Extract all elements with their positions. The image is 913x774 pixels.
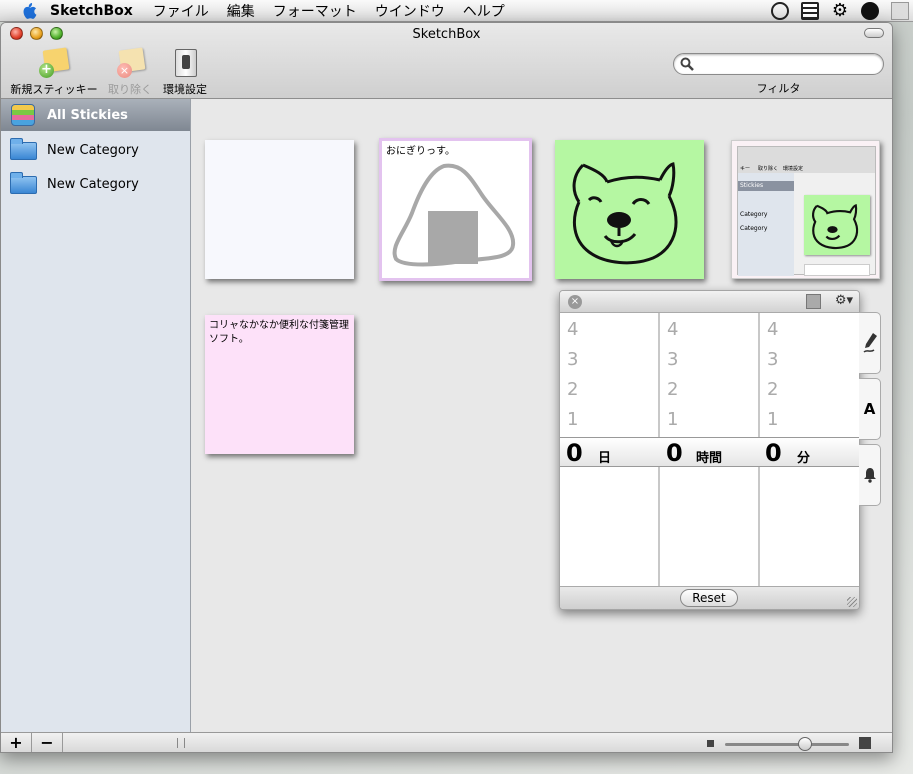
apple-menu-icon[interactable] [20, 2, 38, 20]
small-size-icon [707, 740, 714, 747]
time-machine-icon[interactable] [771, 2, 789, 20]
status-dot-icon[interactable] [861, 2, 879, 20]
toolbar-toggle-button[interactable] [864, 28, 884, 38]
onigiri-drawing [392, 163, 516, 267]
thumb-text: Stickies [738, 181, 794, 191]
folder-icon [9, 138, 37, 162]
text-tab-label: A [863, 400, 876, 418]
timer-titlebar: × ⚙▾ [560, 291, 859, 313]
remove-icon: × [114, 47, 146, 79]
switch-icon [169, 49, 201, 79]
stickies-stack-icon [9, 103, 37, 127]
preferences-button[interactable]: 環境設定 [159, 49, 211, 97]
new-sticky-button[interactable]: + 新規スティッキー [7, 47, 101, 97]
sidebar-item-all-stickies[interactable]: All Stickies [1, 99, 190, 131]
menu-format[interactable]: フォーマット [273, 1, 357, 21]
sidebar: All Stickies New Category New Category [1, 99, 191, 732]
add-category-button[interactable]: + [1, 733, 32, 752]
tick-label: 3 [667, 349, 679, 370]
days-value: 0 [566, 439, 583, 467]
hours-value: 0 [666, 439, 683, 467]
timer-panel: × ⚙▾ 4 3 2 1 4 3 2 1 4 3 2 1 0 日 0 時間 0 … [559, 290, 860, 610]
sidebar-item-label: New Category [47, 176, 139, 192]
app-menu[interactable]: SketchBox [50, 3, 133, 19]
reset-button[interactable]: Reset [680, 589, 738, 607]
tick-label: 1 [667, 409, 679, 430]
tick-label: 3 [767, 349, 779, 370]
tick-label: 1 [567, 409, 579, 430]
sidebar-item-category[interactable]: New Category [1, 168, 190, 200]
sidebar-item-category[interactable]: New Category [1, 134, 190, 166]
thumb-text: キー [740, 166, 751, 172]
timer-footer: Reset [560, 586, 859, 609]
tick-label: 4 [767, 319, 779, 340]
sidebar-item-label: All Stickies [47, 107, 128, 123]
tick-label: 2 [567, 379, 579, 400]
minutes-unit: 分 [797, 451, 811, 466]
tab-draw[interactable] [859, 312, 881, 374]
list-menu-icon[interactable] [801, 2, 819, 20]
tick-label: 2 [767, 379, 779, 400]
remove-label: 取り除く [108, 83, 152, 96]
new-sticky-icon: + [38, 47, 70, 79]
window-title: SketchBox [412, 27, 481, 42]
remove-category-button[interactable]: − [32, 733, 63, 752]
menu-window[interactable]: ウインドウ [375, 1, 445, 21]
title-toolbar: SketchBox + 新規スティッキー × 取り除く 環境設定 フィルタ [1, 23, 892, 99]
sidebar-item-label: New Category [47, 142, 139, 158]
thumb-text: 環境設定 [783, 166, 804, 172]
menu-bar: SketchBox ファイル 編集 フォーマット ウインドウ ヘルプ ⚙ [0, 0, 913, 22]
hours-unit: 時間 [696, 451, 723, 466]
filter-label: フィルタ [756, 82, 801, 95]
preferences-label: 環境設定 [163, 83, 207, 96]
thumb-text: Category [740, 211, 768, 218]
large-size-icon [859, 737, 871, 749]
folder-icon [9, 172, 37, 196]
search-input[interactable] [673, 53, 884, 75]
sticky-note-selected[interactable]: おにぎりっす。 [379, 138, 532, 281]
tick-label: 4 [667, 319, 679, 340]
menu-help[interactable]: ヘルプ [463, 1, 505, 21]
resize-grip[interactable] [847, 597, 857, 607]
minutes-value: 0 [765, 439, 782, 467]
tick-label: 4 [567, 319, 579, 340]
screenshot-thumbnail: キー 取り除く 環境設定 Stickies Category Category [737, 146, 876, 276]
tick-label: 2 [667, 379, 679, 400]
menu-edit[interactable]: 編集 [227, 1, 255, 21]
dog-face-drawing [572, 162, 678, 265]
search-icon [680, 57, 694, 71]
tab-alarm[interactable] [859, 444, 881, 506]
sticky-note[interactable] [555, 140, 704, 279]
menu-extra-icon[interactable] [891, 2, 909, 20]
new-sticky-label: 新規スティッキー [10, 83, 98, 96]
menu-file[interactable]: ファイル [153, 1, 209, 21]
sticky-note[interactable]: コリャなかなか便利な付箋管理ソフト。 [205, 315, 354, 454]
sticky-text: コリャなかなか便利な付箋管理ソフト。 [209, 320, 349, 345]
tick-label: 3 [567, 349, 579, 370]
zoom-slider-thumb[interactable] [798, 737, 812, 751]
remove-button[interactable]: × 取り除く [105, 47, 155, 97]
close-icon[interactable]: × [568, 295, 582, 309]
zoom-slider[interactable] [725, 743, 849, 746]
pen-icon [862, 333, 877, 353]
gear-icon[interactable]: ⚙▾ [835, 293, 853, 308]
sticky-note[interactable] [205, 140, 354, 279]
color-swatch[interactable] [806, 294, 821, 309]
tick-label: 1 [767, 409, 779, 430]
sidebar-resize-handle[interactable] [177, 738, 185, 748]
bell-icon [863, 468, 876, 483]
thumb-text: Category [740, 225, 768, 232]
bottom-bar: + − [1, 732, 892, 752]
sticky-note[interactable]: キー 取り除く 環境設定 Stickies Category Category [731, 140, 880, 279]
days-unit: 日 [598, 451, 612, 466]
tab-text[interactable]: A [859, 378, 881, 440]
gear-icon[interactable]: ⚙ [831, 2, 849, 20]
thumb-text: 取り除く [758, 166, 779, 172]
